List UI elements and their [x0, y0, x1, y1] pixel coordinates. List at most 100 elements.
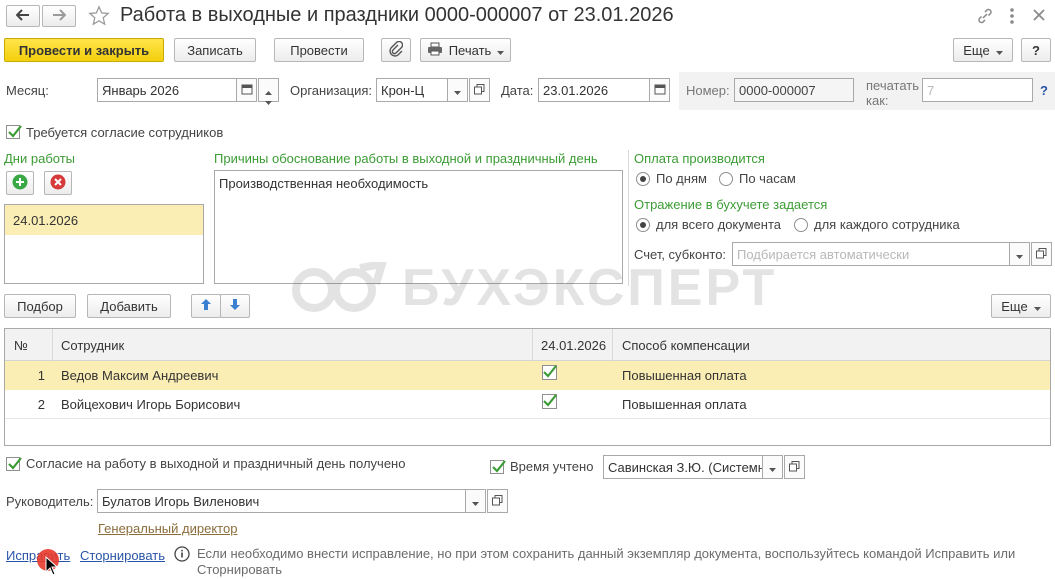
- organization-open-button[interactable]: [469, 78, 490, 102]
- print-as-value: 7: [927, 82, 935, 98]
- add-day-button[interactable]: [6, 171, 34, 195]
- star-icon[interactable]: [88, 5, 110, 30]
- month-calendar-button[interactable]: [236, 78, 257, 102]
- time-counted-by-open-button[interactable]: [784, 455, 805, 479]
- chevron-down-icon: [995, 43, 1003, 58]
- row-number: 1: [37, 368, 45, 383]
- delete-day-button[interactable]: [44, 171, 72, 195]
- watermark: БУХЭКСПЕРТ: [290, 258, 777, 318]
- section-divider: [628, 150, 629, 286]
- chevron-down-icon: [1016, 247, 1023, 262]
- table-more-button[interactable]: Еще: [991, 294, 1051, 318]
- move-down-button[interactable]: [220, 294, 250, 318]
- organization-value: Крон-Ц: [381, 82, 425, 98]
- month-field[interactable]: Январь 2026: [97, 78, 237, 102]
- account-placeholder: Подбирается автоматически: [737, 246, 910, 262]
- manager-dropdown-button[interactable]: [465, 489, 486, 513]
- checkmark-icon: [492, 460, 506, 473]
- mouse-cursor-icon: [45, 555, 59, 579]
- menu-dots-icon[interactable]: [1008, 6, 1016, 29]
- caret-down-icon[interactable]: [265, 93, 272, 108]
- column-header-number[interactable]: №: [14, 329, 28, 361]
- add-circle-icon: [12, 174, 28, 193]
- forward-button[interactable]: [42, 5, 76, 27]
- help-button[interactable]: ?: [1021, 38, 1051, 62]
- account-dropdown-button[interactable]: [1009, 242, 1030, 266]
- more-button[interactable]: Еще: [953, 38, 1013, 62]
- time-counted-by-field[interactable]: Савинская З.Ю. (Системн: [603, 455, 763, 479]
- open-window-icon: [474, 83, 485, 98]
- organization-field[interactable]: Крон-Ц: [376, 78, 448, 102]
- table-row[interactable]: 2 Войцехович Игорь Борисович Повышенная …: [5, 390, 1050, 419]
- printer-icon: [427, 42, 443, 59]
- employees-table[interactable]: № Сотрудник 24.01.2026 Способ компенсаци…: [4, 328, 1051, 446]
- calendar-icon: [654, 83, 666, 98]
- consent-required-checkbox[interactable]: [6, 125, 22, 139]
- accounting-each-employee-label: для каждого сотрудника: [814, 217, 960, 232]
- manager-open-button[interactable]: [487, 489, 508, 513]
- save-button[interactable]: Записать: [174, 38, 256, 62]
- table-more-label: Еще: [1001, 298, 1028, 314]
- add-button[interactable]: Добавить: [87, 294, 171, 318]
- row-compensation[interactable]: Повышенная оплата: [622, 361, 747, 390]
- table-row[interactable]: 1 Ведов Максим Андреевич Повышенная опла…: [5, 361, 1050, 390]
- workdays-list[interactable]: 24.01.2026: [4, 204, 204, 284]
- help-link[interactable]: ?: [1040, 83, 1048, 98]
- column-divider: [52, 329, 53, 361]
- open-window-icon: [1036, 247, 1047, 262]
- manager-position-link[interactable]: Генеральный директор: [98, 521, 237, 536]
- list-item[interactable]: 24.01.2026: [5, 205, 203, 235]
- row-employee[interactable]: Ведов Максим Андреевич: [61, 361, 218, 390]
- back-button[interactable]: [6, 5, 40, 27]
- column-header-date[interactable]: 24.01.2026: [541, 329, 606, 361]
- chevron-down-icon: [1033, 299, 1041, 314]
- row-employee[interactable]: Войцехович Игорь Борисович: [61, 390, 240, 419]
- accounting-title: Отражение в бухучете задается: [634, 197, 828, 212]
- payment-by-hours-radio[interactable]: [719, 172, 733, 186]
- close-icon[interactable]: [1032, 8, 1046, 25]
- time-counted-by-value: Савинская З.Ю. (Системн: [608, 459, 763, 475]
- print-label: Печать: [448, 42, 492, 58]
- date-calendar-button[interactable]: [649, 78, 670, 102]
- print-button[interactable]: Печать: [420, 38, 511, 62]
- manager-value: Булатов Игорь Виленович: [102, 493, 260, 509]
- account-field[interactable]: Подбирается автоматически: [732, 242, 1010, 266]
- storno-link[interactable]: Сторнировать: [80, 548, 165, 563]
- number-field[interactable]: 0000-000007: [734, 78, 854, 102]
- arrow-down-icon: [229, 298, 241, 314]
- info-text: Если необходимо внести исправление, но п…: [197, 546, 1016, 577]
- manager-field[interactable]: Булатов Игорь Виленович: [97, 489, 466, 513]
- move-up-button[interactable]: [191, 294, 221, 318]
- attach-button[interactable]: [381, 38, 411, 62]
- organization-dropdown-button[interactable]: [447, 78, 468, 102]
- date-field[interactable]: 23.01.2026: [538, 78, 650, 102]
- row-worked-checkbox[interactable]: [542, 394, 558, 413]
- month-stepper[interactable]: [258, 78, 279, 105]
- print-as-field[interactable]: 7: [922, 78, 1033, 102]
- column-header-compensation[interactable]: Способ компенсации: [622, 329, 750, 361]
- pick-button[interactable]: Подбор: [4, 294, 76, 318]
- payment-title: Оплата производится: [634, 151, 765, 166]
- accounting-whole-document-radio[interactable]: [636, 218, 650, 232]
- post-and-close-button[interactable]: Провести и закрыть: [4, 38, 164, 62]
- manager-label: Руководитель:: [6, 494, 94, 509]
- link-icon[interactable]: [976, 7, 994, 28]
- print-as-label-line2: как:: [866, 93, 889, 108]
- time-counted-checkbox[interactable]: [490, 460, 506, 474]
- workdays-title: Дни работы: [4, 151, 76, 166]
- payment-by-days-radio[interactable]: [636, 172, 650, 186]
- post-button[interactable]: Провести: [274, 38, 364, 62]
- consent-received-checkbox[interactable]: [6, 457, 22, 471]
- time-counted-by-dropdown-button[interactable]: [762, 455, 783, 479]
- watermark-text: БУХЭКСПЕРТ: [402, 259, 778, 317]
- row-worked-checkbox[interactable]: [542, 365, 558, 384]
- account-open-button[interactable]: [1031, 242, 1052, 266]
- column-header-employee[interactable]: Сотрудник: [61, 329, 124, 361]
- reasons-title: Причины обоснование работы в выходной и …: [214, 151, 598, 166]
- row-compensation[interactable]: Повышенная оплата: [622, 390, 747, 419]
- accounting-each-employee-radio[interactable]: [794, 218, 808, 232]
- open-window-icon: [789, 460, 800, 475]
- month-value: Январь 2026: [102, 82, 180, 98]
- print-as-label: печатать как:: [866, 78, 919, 108]
- paperclip-icon: [389, 40, 404, 60]
